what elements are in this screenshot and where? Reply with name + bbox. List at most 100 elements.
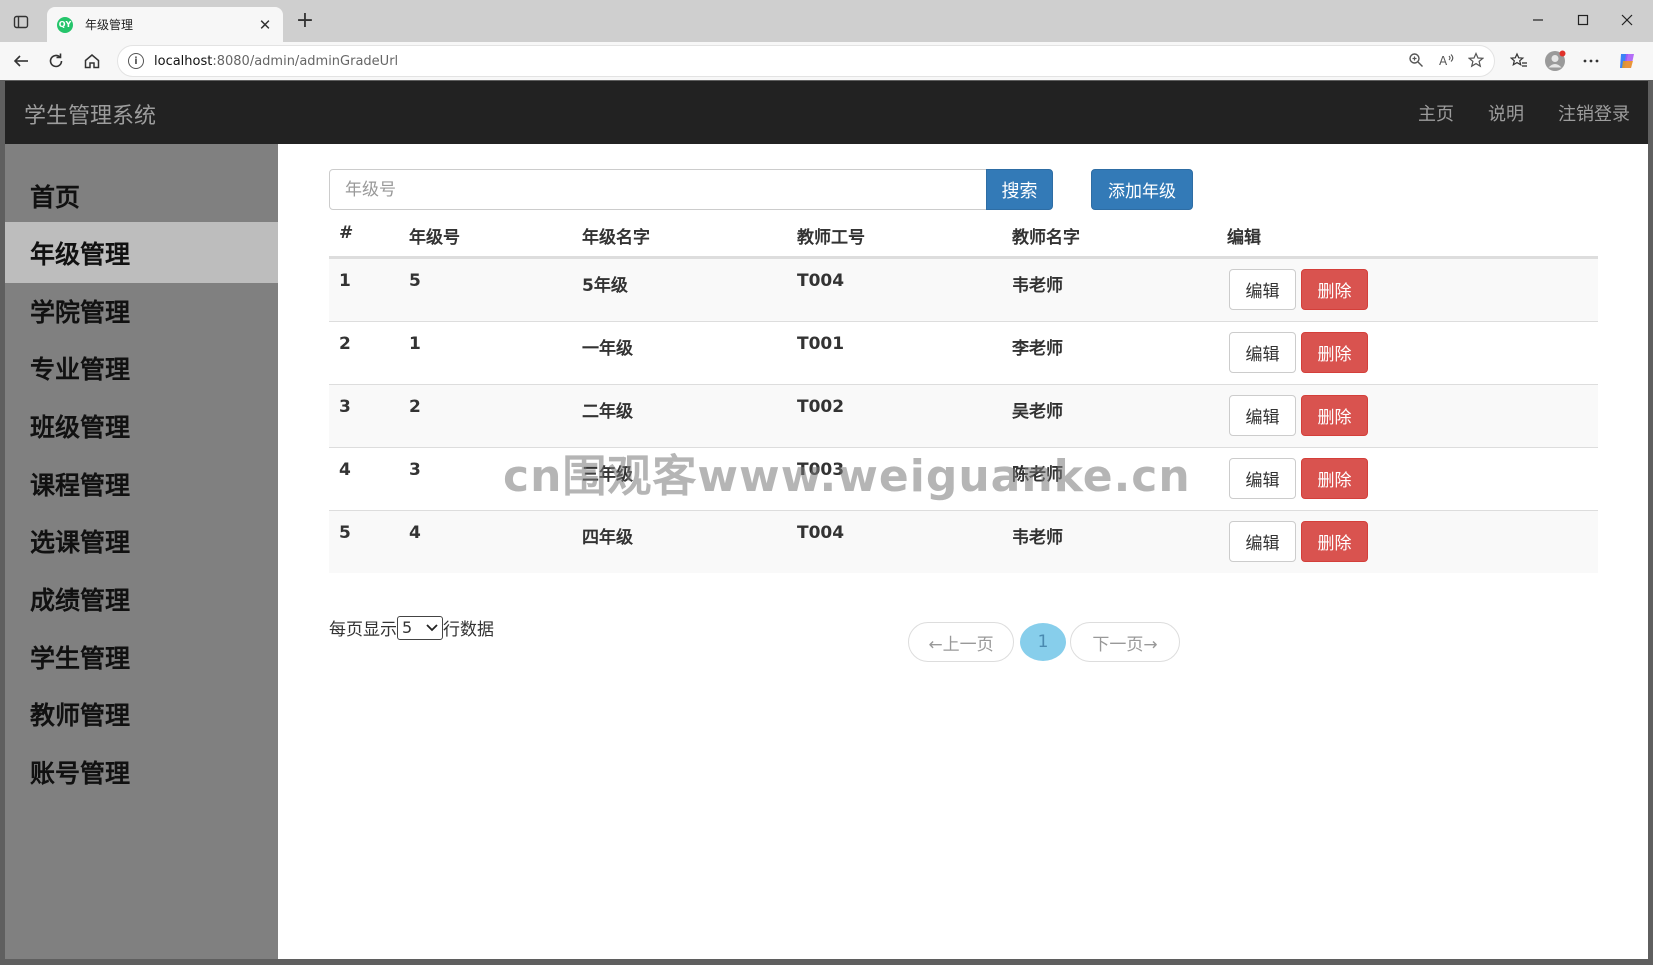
cell-grade-no: 4 — [409, 523, 421, 543]
browser-tab-active[interactable]: QY 年级管理 ✕ — [47, 7, 283, 42]
header-grade-name: 年级名字 — [582, 228, 650, 248]
cell-teacher-id: T004 — [797, 271, 845, 291]
cell-index: 2 — [339, 334, 351, 354]
table-row: 4 3 三年级 T003 陈老师 编辑 删除 — [329, 447, 1598, 510]
reload-icon[interactable] — [44, 49, 68, 73]
window-minimize-icon[interactable] — [1518, 8, 1558, 32]
svg-text:A: A — [1439, 54, 1448, 68]
header-index: # — [339, 223, 354, 243]
back-arrow-icon[interactable] — [9, 49, 33, 73]
app-window: 学生管理系统 主页 说明 注销登录 首页 年级管理 学院管理 专业管理 班级管理… — [5, 81, 1648, 959]
read-aloud-icon[interactable]: A — [1438, 52, 1454, 72]
tab-close-icon[interactable]: ✕ — [257, 16, 273, 34]
header-edit: 编辑 — [1227, 228, 1261, 248]
nav-link-help[interactable]: 说明 — [1488, 100, 1524, 126]
delete-button[interactable]: 删除 — [1301, 269, 1368, 310]
browser-address-bar: i localhost :8080/admin/adminGradeUrl A — [0, 42, 1653, 80]
cell-grade-no: 3 — [409, 460, 421, 480]
per-page-suffix: 行数据 — [443, 620, 494, 640]
cell-teacher-id: T003 — [797, 460, 845, 480]
cell-teacher-name: 韦老师 — [1012, 276, 1063, 296]
table-row: 3 2 二年级 T002 吴老师 编辑 删除 — [329, 384, 1598, 447]
browser-tab-strip: QY 年级管理 ✕ + — [0, 0, 1653, 42]
delete-button[interactable]: 删除 — [1301, 395, 1368, 436]
cell-grade-name: 三年级 — [582, 465, 633, 485]
site-info-icon[interactable]: i — [128, 53, 144, 69]
add-grade-button[interactable]: 添加年级 — [1091, 169, 1193, 210]
nav-link-logout[interactable]: 注销登录 — [1558, 100, 1630, 126]
header-teacher-name: 教师名字 — [1012, 228, 1080, 248]
sidebar-item-major[interactable]: 专业管理 — [5, 337, 278, 398]
delete-button[interactable]: 删除 — [1301, 521, 1368, 562]
profile-avatar-icon[interactable] — [1543, 49, 1567, 73]
header-teacher-id: 教师工号 — [797, 228, 865, 248]
delete-button[interactable]: 删除 — [1301, 458, 1368, 499]
cell-teacher-id: T004 — [797, 523, 845, 543]
brand-title[interactable]: 学生管理系统 — [24, 98, 156, 130]
edit-button[interactable]: 编辑 — [1229, 332, 1296, 373]
home-icon[interactable] — [80, 49, 104, 73]
cell-index: 4 — [339, 460, 351, 480]
cell-index: 5 — [339, 523, 351, 543]
header-grade-no: 年级号 — [409, 228, 460, 248]
url-path: :8080/admin/adminGradeUrl — [212, 53, 399, 69]
cell-grade-name: 四年级 — [582, 528, 633, 548]
cell-index: 3 — [339, 397, 351, 417]
favorite-star-icon[interactable] — [1467, 52, 1485, 72]
cell-grade-name: 5年级 — [582, 276, 628, 296]
top-navbar: 学生管理系统 主页 说明 注销登录 — [5, 81, 1648, 144]
cell-grade-no: 5 — [409, 271, 421, 291]
search-button[interactable]: 搜索 — [986, 169, 1053, 210]
prev-page-button[interactable]: ←上一页 — [908, 622, 1014, 662]
cell-index: 1 — [339, 271, 351, 291]
sidebar: 首页 年级管理 学院管理 专业管理 班级管理 课程管理 选课管理 成绩管理 学生… — [5, 144, 278, 959]
table-row: 1 5 5年级 T004 韦老师 编辑 删除 — [329, 258, 1598, 321]
sidebar-item-home[interactable]: 首页 — [5, 165, 278, 226]
window-maximize-icon[interactable] — [1563, 8, 1603, 32]
tab-title: 年级管理 — [85, 18, 134, 32]
favorites-list-icon[interactable] — [1507, 49, 1531, 73]
per-page-prefix: 每页显示 — [329, 620, 397, 640]
per-page-value: 5 — [402, 618, 413, 637]
cell-grade-name: 一年级 — [582, 339, 633, 359]
sidebar-item-score[interactable]: 成绩管理 — [5, 568, 278, 629]
sidebar-item-college[interactable]: 学院管理 — [5, 280, 278, 341]
cell-teacher-name: 吴老师 — [1012, 402, 1063, 422]
grade-search-input[interactable] — [329, 169, 987, 210]
more-options-icon[interactable] — [1579, 49, 1603, 73]
sidebar-toggle-icon[interactable] — [10, 11, 32, 33]
cell-teacher-name: 陈老师 — [1012, 465, 1063, 485]
zoom-icon[interactable] — [1408, 52, 1424, 72]
cell-teacher-id: T001 — [797, 334, 845, 354]
edit-button[interactable]: 编辑 — [1229, 458, 1296, 499]
sidebar-item-course-selection[interactable]: 选课管理 — [5, 510, 278, 571]
edit-button[interactable]: 编辑 — [1229, 395, 1296, 436]
next-page-button[interactable]: 下一页→ — [1070, 622, 1180, 662]
cell-teacher-name: 韦老师 — [1012, 528, 1063, 548]
window-close-icon[interactable] — [1607, 8, 1647, 32]
sidebar-item-grade[interactable]: 年级管理 — [5, 222, 278, 283]
per-page-select[interactable]: 5 — [397, 615, 443, 640]
current-page-button[interactable]: 1 — [1020, 623, 1066, 661]
sidebar-item-teacher[interactable]: 教师管理 — [5, 683, 278, 744]
rows-per-page: 每页显示 5 行数据 — [329, 615, 494, 640]
cell-grade-no: 2 — [409, 397, 421, 417]
cell-grade-no: 1 — [409, 334, 421, 354]
cell-teacher-id: T002 — [797, 397, 845, 417]
site-favicon-icon: QY — [57, 16, 73, 33]
delete-button[interactable]: 删除 — [1301, 332, 1368, 373]
sidebar-item-course[interactable]: 课程管理 — [5, 453, 278, 514]
sidebar-item-student[interactable]: 学生管理 — [5, 626, 278, 687]
edit-button[interactable]: 编辑 — [1229, 269, 1296, 310]
main-content: 搜索 添加年级 # 年级号 年级名字 教师工号 教师名字 编辑 1 5 5年级 … — [278, 144, 1648, 959]
cell-grade-name: 二年级 — [582, 402, 633, 422]
copilot-icon[interactable] — [1615, 49, 1639, 73]
url-field[interactable]: i localhost :8080/admin/adminGradeUrl A — [117, 45, 1495, 77]
sidebar-item-account[interactable]: 账号管理 — [5, 741, 278, 802]
nav-link-home[interactable]: 主页 — [1418, 100, 1454, 126]
table-row: 5 4 四年级 T004 韦老师 编辑 删除 — [329, 510, 1598, 573]
edit-button[interactable]: 编辑 — [1229, 521, 1296, 562]
new-tab-plus-icon[interactable]: + — [293, 10, 317, 34]
sidebar-item-class[interactable]: 班级管理 — [5, 395, 278, 456]
table-row: 2 1 一年级 T001 李老师 编辑 删除 — [329, 321, 1598, 384]
